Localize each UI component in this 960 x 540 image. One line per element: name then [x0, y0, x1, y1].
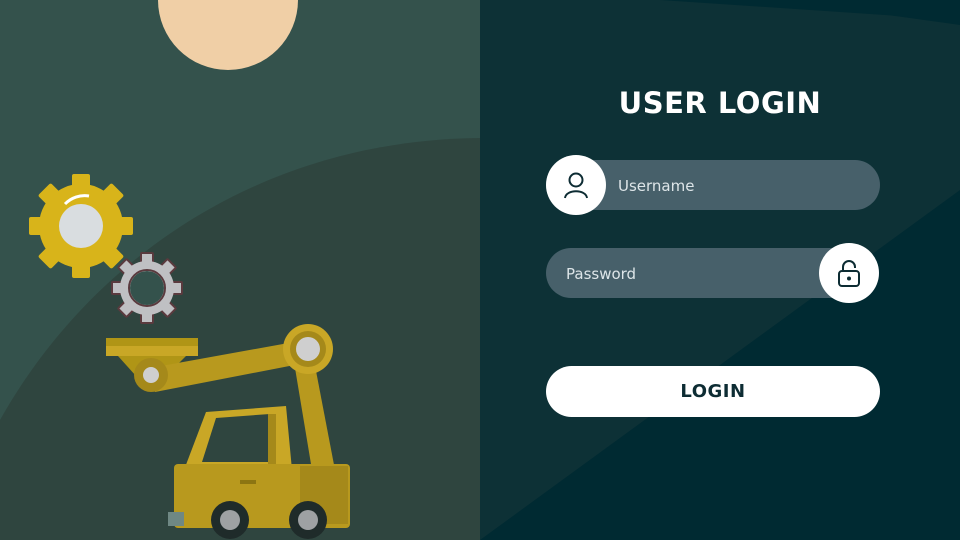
password-input[interactable] — [564, 248, 828, 300]
lock-icon — [819, 243, 879, 303]
page-title: USER LOGIN — [618, 86, 822, 120]
crane-illustration — [0, 0, 480, 540]
illustration-panel — [0, 0, 480, 540]
grey-gear-icon — [111, 252, 183, 324]
password-field[interactable] — [546, 248, 846, 300]
sun-shape — [158, 0, 298, 70]
username-input[interactable] — [616, 160, 870, 212]
login-button[interactable]: LOGIN — [546, 366, 880, 417]
user-icon — [546, 155, 606, 215]
yellow-gear-icon — [29, 174, 133, 278]
